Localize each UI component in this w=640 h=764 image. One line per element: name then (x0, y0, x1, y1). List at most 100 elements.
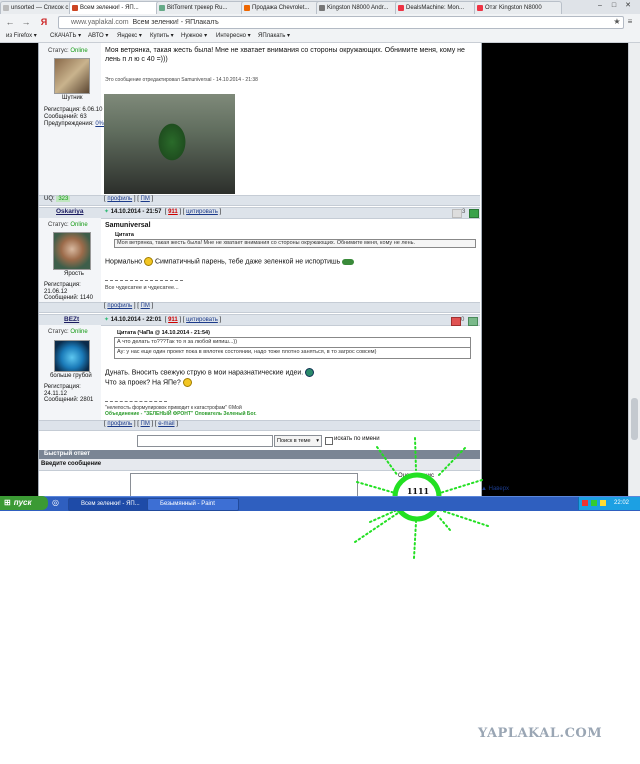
bookmark-item[interactable]: СКАЧАТЬ ▾ (50, 30, 81, 42)
post3-rating: 0 (461, 317, 465, 323)
tray-icon[interactable] (591, 500, 597, 506)
post2-meta: ✦ 14.10.2014 - 21:57 [ 911 ] [ цитироват… (104, 209, 222, 215)
tab-favicon-icon (159, 5, 165, 11)
bookmark-item[interactable]: Нужное ▾ (181, 30, 207, 42)
signature-divider (105, 280, 183, 281)
bookmark-item[interactable]: АВТО ▾ (88, 30, 108, 42)
post-number-link[interactable]: 911 (168, 317, 178, 323)
post2-author[interactable]: Oskariya (56, 208, 83, 215)
post1-edited-note: Это сообщение отредактировал Samuniversa… (105, 77, 258, 83)
tab-label: DealsMachine: Mon... (406, 5, 465, 11)
signature-divider (105, 401, 167, 402)
tab-favicon-icon (398, 5, 404, 11)
rating-minus-icon[interactable] (452, 209, 462, 218)
quick-reply-title: Быстрый ответ (44, 451, 91, 457)
post1-user-stats: Регистрация: 6.06.10 Сообщений: 63 Преду… (44, 107, 104, 127)
browser-quicklaunch-icon[interactable]: ◎ (52, 498, 62, 508)
post2-actions: [ профиль ] [ ПМ ] (104, 303, 154, 309)
bookmark-item[interactable]: Яндекс ▾ (117, 30, 142, 42)
arrow-icon: ✦ (104, 209, 110, 215)
post3-meta: ✦ 14.10.2014 - 22:01 [ 911 ] [ цитироват… (104, 317, 222, 323)
search-input[interactable] (137, 435, 273, 447)
profile-link[interactable]: профиль (107, 421, 132, 427)
tab-2-active[interactable]: Всем зеленки! - ЯП... (69, 1, 165, 14)
post3-actions: [ профиль ] [ ПМ ] [ e-mail ] (104, 421, 178, 427)
back-icon[interactable]: ← (4, 16, 16, 28)
post1-photo (104, 94, 235, 194)
chevron-down-icon: ▾ (316, 438, 319, 444)
profile-link[interactable]: профиль (107, 196, 132, 202)
tab-favicon-icon (477, 5, 483, 11)
smiley-icon (305, 368, 315, 377)
pm-link[interactable]: ПМ (141, 196, 150, 202)
email-link[interactable]: e-mail (158, 421, 174, 427)
car-smiley-icon (342, 258, 355, 265)
tab-label: Отзг Kingston N8000 (485, 5, 542, 11)
tab-7[interactable]: Отзг Kingston N8000 (474, 1, 562, 14)
avatar[interactable] (53, 232, 91, 270)
tray-icon[interactable] (600, 500, 606, 506)
tray-icon[interactable] (582, 500, 588, 506)
tab-favicon-icon (3, 5, 9, 11)
tab-label: unsorted — Список с... (11, 5, 74, 11)
post1-user-title: Шутник (62, 95, 83, 101)
overlay-number: 1111 (406, 486, 430, 496)
post2-rating: 3 (462, 209, 466, 215)
bookmark-item[interactable]: ЯПлакать ▾ (258, 30, 290, 42)
tab-favicon-icon (244, 5, 250, 11)
rating-minus-icon[interactable] (451, 317, 461, 326)
post2-user-title: Ярость (64, 271, 84, 277)
tab-1[interactable]: unsorted — Список с... (0, 1, 80, 14)
pm-link[interactable]: ПМ (141, 421, 150, 427)
quote-link[interactable]: цитировать (186, 209, 218, 215)
post1-text: Моя ветрянка, такая жесть была! Мне не х… (105, 47, 465, 63)
post3-quote-box: Цитата (ЧаПа @ 14.10.2014 - 21:54) А что… (114, 330, 471, 359)
forward-icon[interactable]: → (20, 16, 32, 28)
scrollbar-thumb[interactable] (631, 398, 638, 440)
search-scope-select[interactable]: Поиск в теме ▾ (274, 435, 322, 447)
search-scope-label: Поиск в теме (277, 438, 311, 444)
post3-user-stats: Регистрация: 24.11.12 Сообщений: 2801 (44, 384, 94, 403)
taskbar-item-browser[interactable]: Всем зеленки! - ЯП... (68, 498, 156, 511)
tab-label: Продажа Chevrolet... (252, 5, 310, 11)
post2-quote-author: Samuniversal (105, 222, 151, 229)
post2-quote-title: Цитата (115, 232, 134, 238)
pm-link[interactable]: ПМ (141, 303, 150, 309)
url-input[interactable]: www.yaplakal.com Всем зеленки! - ЯПлакал… (58, 16, 624, 29)
message-textarea[interactable] (130, 473, 358, 497)
tab-5[interactable]: Kingston N8000 Andr... (316, 1, 404, 14)
bookmark-item[interactable]: Интересно ▾ (216, 30, 251, 42)
bookmark-item[interactable]: из Firefox ▾ (6, 30, 37, 42)
address-bar: ← → Я www.yaplakal.com Всем зеленки! - Я… (0, 14, 640, 31)
maximize-icon[interactable]: □ (608, 1, 620, 10)
rating-plus-icon[interactable] (468, 317, 478, 326)
post-number-link[interactable]: 911 (168, 209, 178, 215)
tab-label: Kingston N8000 Andr... (327, 5, 389, 11)
menu-icon[interactable]: ≡ (624, 16, 636, 28)
star-icon[interactable]: ★ (611, 16, 623, 28)
tab-bar: unsorted — Список с... Всем зеленки! - Я… (0, 0, 640, 15)
tab-6[interactable]: DealsMachine: Mon... (395, 1, 483, 14)
avatar[interactable] (54, 58, 90, 94)
yandex-icon[interactable]: Я (38, 16, 50, 28)
url-text: www.yaplakal.com (71, 19, 129, 26)
smiley-icon (182, 378, 192, 387)
quote-divider (115, 347, 470, 348)
profile-link[interactable]: профиль (107, 303, 132, 309)
taskbar-item-paint[interactable]: Безымянный - Paint (147, 498, 239, 511)
tab-3[interactable]: BitTorrent трекер Ru... (156, 1, 252, 14)
bookmarks-bar: из Firefox ▾ СКАЧАТЬ ▾ АВТО ▾ Яндекс ▾ К… (0, 30, 640, 43)
taskbar-item-label: Безымянный - Paint (160, 501, 215, 507)
minimize-icon[interactable]: – (594, 1, 606, 10)
quote-link[interactable]: цитировать (186, 317, 218, 323)
post1-status: Статус: Online (48, 48, 88, 54)
post3-author[interactable]: BEZt (64, 316, 79, 323)
close-icon[interactable]: ✕ (622, 1, 634, 10)
search-by-name-checkbox[interactable] (325, 437, 333, 445)
rating-plus-icon[interactable] (469, 209, 479, 218)
bookmark-item[interactable]: Купить ▾ (150, 30, 174, 42)
start-button[interactable]: ⊞ пуск (0, 496, 48, 510)
quick-reply-subheader: Введите сообщение (41, 461, 102, 467)
post2-quote-box: Моя ветрянка, такая жесть была! Мне не х… (114, 239, 476, 248)
avatar[interactable] (54, 340, 90, 372)
